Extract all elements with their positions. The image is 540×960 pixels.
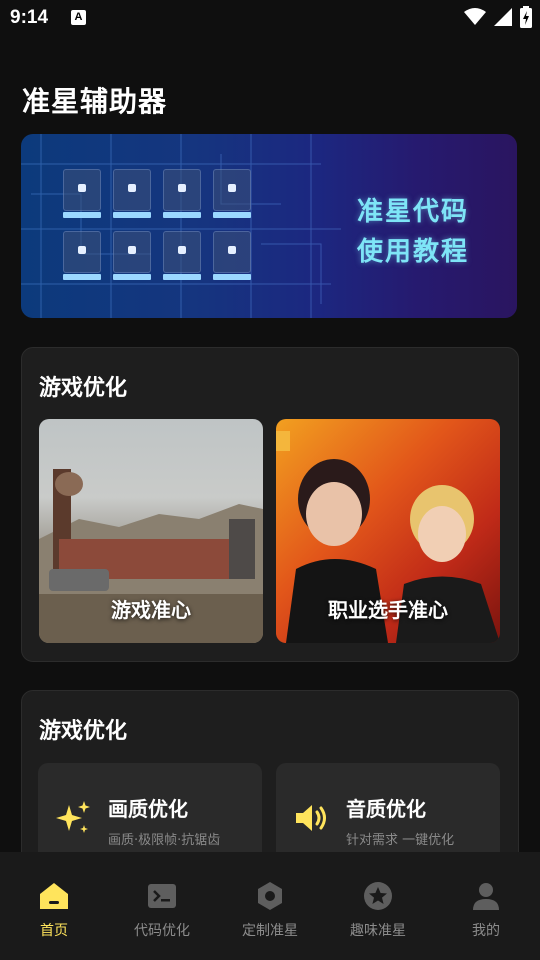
crosshair-preview-tile [163, 231, 201, 280]
signal-icon [494, 8, 512, 26]
banner-line-1: 准星代码 [357, 197, 470, 227]
home-icon [40, 883, 68, 909]
sparkle-icon [56, 801, 90, 833]
nav-label: 代码优化 [134, 923, 190, 939]
section-title: 游戏优化 [39, 719, 128, 744]
nav-profile[interactable]: 我的 [432, 876, 540, 946]
card-label: 职业选手准心 [328, 598, 448, 622]
game-crosshair-card[interactable]: 游戏准心 [39, 419, 263, 643]
crosshair-preview-tile [163, 169, 201, 218]
speaker-icon [296, 805, 326, 831]
nav-code-optimize[interactable]: 代码优化 [108, 876, 216, 946]
option-subtitle: 针对需求 一键优化 [346, 833, 455, 848]
crosshair-preview-tile [213, 231, 251, 280]
crosshair-preview-tile [63, 231, 101, 280]
card-label: 游戏准心 [111, 598, 191, 622]
option-subtitle: 画质·极限帧·抗锯齿 [108, 833, 221, 848]
nav-label: 首页 [40, 923, 68, 939]
bottom-navigation: 首页 代码优化 定制准星 趣味准星 我的 [0, 852, 540, 960]
crosshair-preview-tile [213, 169, 251, 218]
hexagon-icon [258, 882, 282, 910]
option-title: 画质优化 [108, 797, 188, 821]
nav-fun-crosshair[interactable]: 趣味准星 [324, 876, 432, 946]
page-title: 准星辅助器 [22, 85, 168, 118]
nav-custom-crosshair[interactable]: 定制准星 [216, 876, 324, 946]
crosshair-preview-tile [113, 169, 151, 218]
status-time: 9:14 [10, 7, 49, 28]
crosshair-preview-tile [63, 169, 101, 218]
status-bar: 9:14 A [0, 0, 540, 36]
status-icons [464, 6, 532, 28]
option-title: 音质优化 [346, 797, 426, 821]
nav-label: 趣味准星 [350, 923, 406, 939]
notification-a-icon: A [71, 10, 86, 25]
crosshair-preview-tile [113, 231, 151, 280]
nav-label: 定制准星 [242, 923, 298, 939]
wifi-icon [464, 8, 486, 25]
aim-section-card: 游戏优化 游戏准心 职业选手准心 [21, 347, 519, 662]
section-title: 游戏优化 [39, 376, 128, 401]
terminal-icon [148, 884, 176, 908]
tutorial-banner[interactable]: 准星代码 使用教程 [21, 134, 517, 318]
banner-headline: 准星代码 使用教程 [357, 192, 469, 272]
battery-icon [520, 6, 532, 28]
nav-label: 我的 [472, 923, 500, 939]
banner-line-2: 使用教程 [357, 237, 470, 267]
user-icon [473, 883, 499, 910]
star-icon [364, 882, 392, 910]
nav-home[interactable]: 首页 [0, 876, 108, 946]
pro-crosshair-card[interactable]: 职业选手准心 [276, 419, 500, 643]
